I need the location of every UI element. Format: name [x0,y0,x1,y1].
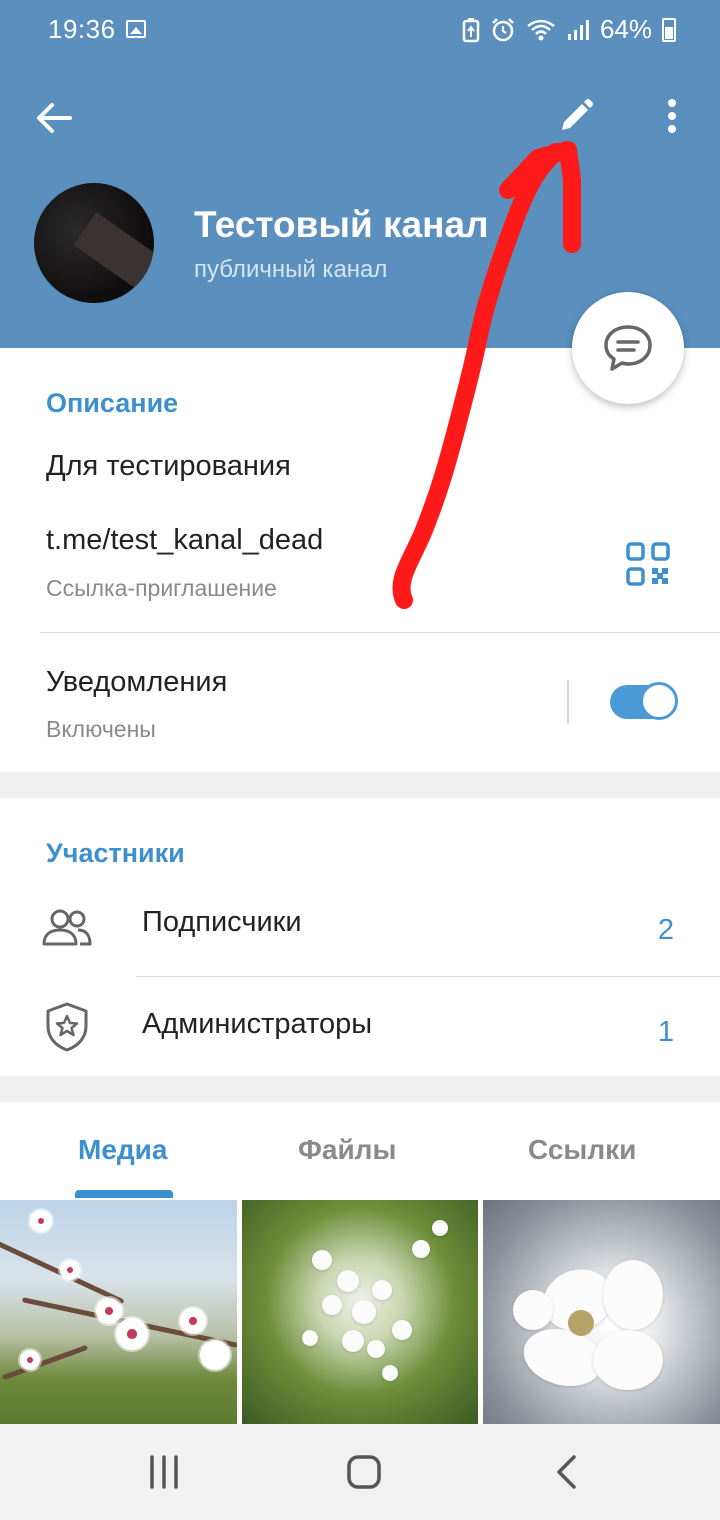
signal-icon [567,19,589,40]
shield-star-icon [40,1000,94,1054]
status-time: 19:36 [48,14,116,44]
channel-title: Тестовый канал [194,204,489,245]
subscribers-count: 2 [657,914,674,946]
home-button[interactable] [342,1450,386,1494]
description-section-title: Описание [46,388,179,418]
description-text[interactable]: Для тестирования [46,450,291,483]
chat-bubble-icon [604,325,652,371]
administrators-label[interactable]: Администраторы [142,1008,372,1041]
battery-percent: 64% [599,14,652,44]
channel-subtitle: публичный канал [194,256,388,283]
divider [136,976,720,977]
status-indicators: 64% [462,14,676,45]
recent-apps-button[interactable] [142,1450,186,1494]
vertical-separator [567,680,569,724]
back-arrow-icon[interactable] [26,90,82,146]
battery-icon [662,17,676,42]
media-thumbnail[interactable] [0,1200,237,1424]
media-thumbnail[interactable] [483,1200,720,1424]
active-tab-indicator [75,1190,173,1198]
divider [40,632,720,633]
alarm-icon [492,17,514,41]
invite-link-caption: Ссылка-приглашение [46,575,277,601]
members-card: Участники Подписчики 2 Администраторы 1 [0,798,720,1076]
people-icon [40,902,94,956]
discussion-button[interactable] [572,292,684,404]
qr-code-icon[interactable] [626,542,670,586]
invite-link[interactable]: t.me/test_kanal_dead [46,524,323,557]
toggle-knob [640,682,678,720]
notifications-label[interactable]: Уведомления [46,666,227,699]
members-section-title: Участники [46,838,185,868]
battery-saver-icon [462,17,480,42]
system-back-button[interactable] [544,1450,588,1494]
media-grid [0,1198,720,1424]
notifications-state: Включены [46,716,156,742]
channel-info-card: Описание Для тестирования t.me/test_kana… [0,348,720,772]
pencil-icon[interactable] [548,88,604,144]
more-vertical-icon[interactable] [644,88,700,144]
system-navigation-bar [0,1424,720,1520]
media-thumbnail[interactable] [242,1200,478,1424]
tab-links[interactable]: Ссылки [528,1134,636,1166]
gallery-notification-icon [126,20,146,38]
administrators-count: 1 [657,1016,674,1048]
tab-files[interactable]: Файлы [298,1134,396,1166]
channel-avatar[interactable] [34,183,154,303]
wifi-icon [527,19,555,40]
shared-media-tabs: Медиа Файлы Ссылки [0,1102,720,1198]
subscribers-label[interactable]: Подписчики [142,906,302,939]
status-bar: 19:36 64% [0,0,720,60]
notifications-toggle[interactable] [610,682,678,720]
tab-media[interactable]: Медиа [78,1134,167,1166]
